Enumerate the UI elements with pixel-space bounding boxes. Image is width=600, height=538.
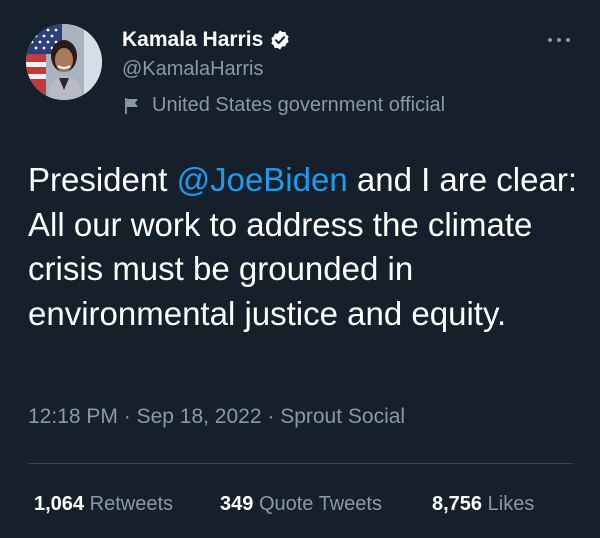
author-handle[interactable]: @KamalaHarris	[122, 58, 263, 81]
retweets-label: Retweets	[89, 493, 173, 515]
likes-count: 8,756	[432, 493, 483, 515]
more-options-icon[interactable]	[544, 30, 574, 50]
likes-stat[interactable]: 8,756 Likes	[432, 493, 534, 516]
tweet-meta: 12:18 PM · Sep 18, 2022 · Sprout Social	[28, 405, 405, 429]
retweets-stat[interactable]: 1,064 Retweets	[34, 493, 173, 516]
quote-tweets-label: Quote Tweets	[258, 493, 382, 515]
tweet-text-start: President	[28, 161, 177, 198]
tweet-date[interactable]: Sep 18, 2022	[137, 405, 262, 428]
author-display-name[interactable]: Kamala Harris	[122, 28, 263, 52]
avatar-image	[26, 24, 102, 100]
tweet-text: President @JoeBiden and I are clear: All…	[28, 158, 583, 336]
divider	[28, 463, 573, 464]
mention-link[interactable]: @JoeBiden	[177, 161, 348, 198]
retweets-count: 1,064	[34, 493, 85, 515]
author-name-row[interactable]: Kamala Harris	[122, 26, 291, 54]
tweet-time[interactable]: 12:18 PM	[28, 405, 118, 428]
government-label-text: United States government official	[152, 94, 446, 116]
flag-icon	[125, 97, 138, 114]
tweet-source[interactable]: Sprout Social	[280, 405, 405, 428]
meta-separator: ·	[117, 405, 137, 428]
meta-separator: ·	[261, 405, 281, 428]
avatar[interactable]	[26, 24, 102, 100]
government-label[interactable]: United States government official	[122, 94, 445, 117]
quote-tweets-count: 349	[220, 493, 254, 515]
tweet-card: Kamala Harris @KamalaHarris United State…	[0, 0, 600, 538]
quote-tweets-stat[interactable]: 349 Quote Tweets	[220, 493, 382, 516]
verified-badge-icon	[271, 30, 289, 50]
likes-label: Likes	[487, 493, 535, 515]
